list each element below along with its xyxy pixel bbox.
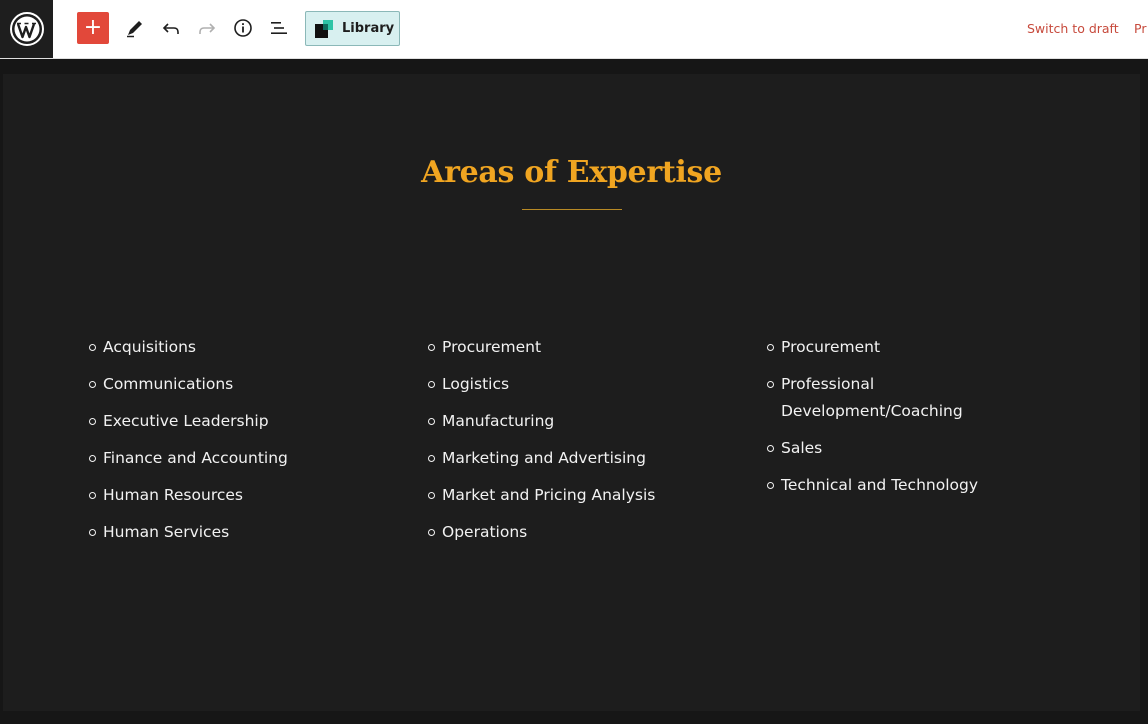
list-item[interactable]: Technical and Technology (767, 472, 1017, 499)
list-item[interactable]: Market and Pricing Analysis (428, 482, 748, 509)
preview-link[interactable]: Pr (1134, 21, 1146, 36)
section-heading[interactable]: Areas of Expertise (3, 155, 1140, 190)
expertise-list-2: Procurement Logistics Manufacturing Mark… (428, 334, 748, 556)
list-item[interactable]: Finance and Accounting (89, 445, 409, 472)
list-item[interactable]: Communications (89, 371, 409, 398)
list-view-button[interactable] (263, 12, 295, 44)
expertise-list-1: Acquisitions Communications Executive Le… (89, 334, 409, 556)
list-item[interactable]: Marketing and Advertising (428, 445, 748, 472)
list-item[interactable]: Logistics (428, 371, 748, 398)
list-item[interactable]: Human Resources (89, 482, 409, 509)
list-item[interactable]: Manufacturing (428, 408, 748, 435)
editor-toolbar: + Library Switch to draft Pr (0, 0, 1148, 59)
heading-divider (522, 209, 622, 210)
pencil-icon (127, 21, 142, 38)
list-item[interactable]: Sales (767, 435, 1017, 462)
library-label: Library (342, 21, 395, 36)
library-button[interactable]: Library (305, 11, 400, 46)
expertise-list-3: Procurement Professional Development/Coa… (767, 334, 1017, 509)
editor-canvas: Areas of Expertise Acquisitions Communic… (3, 74, 1140, 711)
undo-icon (162, 23, 179, 34)
list-item[interactable]: Human Services (89, 519, 409, 546)
list-view-icon (271, 22, 287, 34)
redo-button[interactable] (191, 12, 223, 44)
list-item[interactable]: Procurement (428, 334, 748, 361)
add-block-button[interactable]: + (77, 12, 109, 44)
details-button[interactable] (227, 12, 259, 44)
list-item[interactable]: Professional Development/Coaching (767, 371, 1017, 425)
tools-button[interactable] (119, 12, 151, 44)
undo-button[interactable] (155, 12, 187, 44)
list-item[interactable]: Acquisitions (89, 334, 409, 361)
library-logo-icon (315, 19, 333, 38)
info-icon (234, 19, 252, 37)
plus-icon: + (83, 15, 103, 40)
list-item[interactable]: Executive Leadership (89, 408, 409, 435)
wordpress-logo-icon[interactable] (0, 0, 53, 58)
switch-to-draft-link[interactable]: Switch to draft (1027, 21, 1119, 36)
redo-icon (199, 23, 216, 34)
list-item[interactable]: Operations (428, 519, 748, 546)
list-item[interactable]: Procurement (767, 334, 1017, 361)
